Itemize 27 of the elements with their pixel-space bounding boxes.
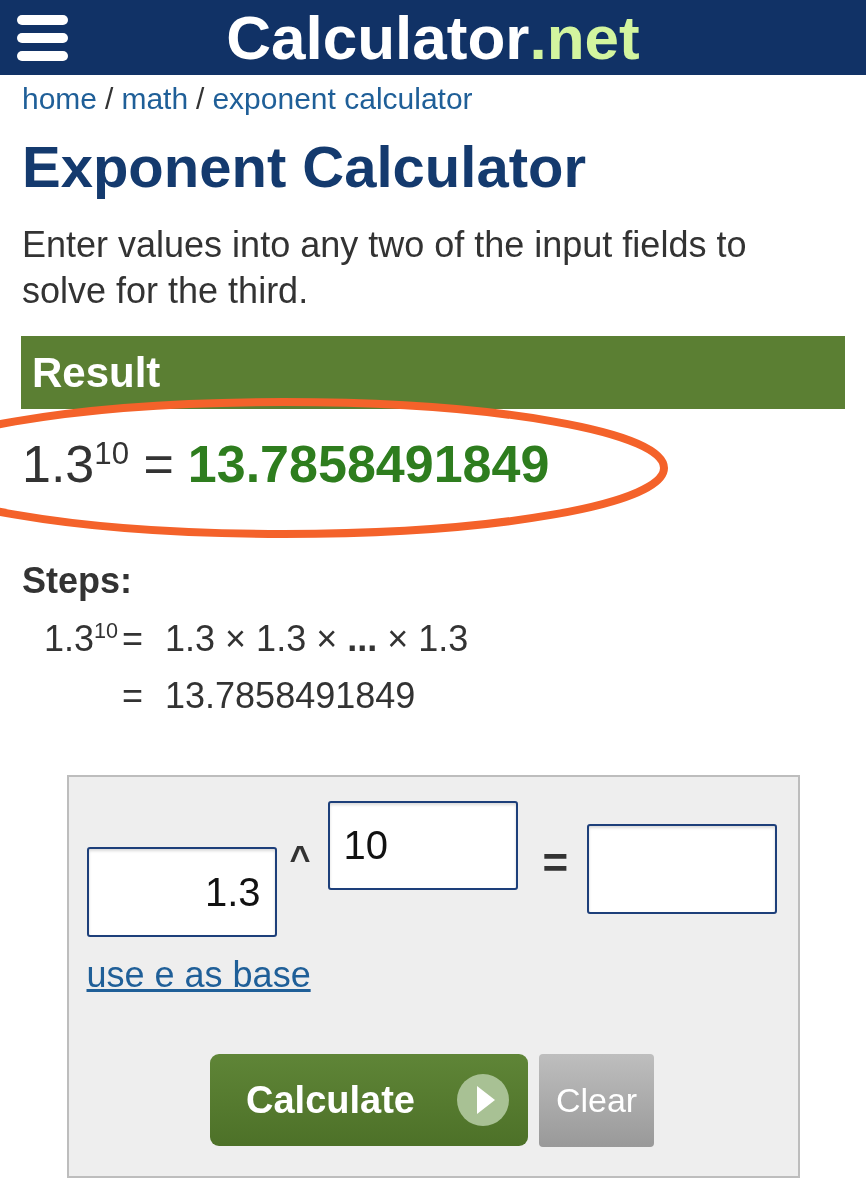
result-value: 13.7858491849 xyxy=(187,434,550,495)
step-equals: = xyxy=(122,617,144,661)
base-input[interactable]: 1.3 xyxy=(86,847,277,937)
step-result: 1.3 × 1.3 × ... × 1.3 xyxy=(165,617,469,661)
page-title: Exponent Calculator xyxy=(22,133,587,201)
description-text: Enter values into any two of the input fields to solve for the third. xyxy=(22,223,748,313)
breadcrumb-link[interactable]: home xyxy=(22,81,98,117)
breadcrumb-separator: / xyxy=(105,81,114,117)
result-heading: Result xyxy=(21,336,845,409)
power-sign: ^ xyxy=(289,841,311,877)
calculate-button[interactable]: Calculate xyxy=(210,1054,528,1146)
exponent-input[interactable]: 10 xyxy=(327,801,518,890)
equals-sign: = xyxy=(542,841,569,885)
step-expression: 1.3$^{10}$ xyxy=(43,617,118,661)
logo-name[interactable]: Calculator xyxy=(226,0,530,75)
breadcrumb-separator: / xyxy=(196,81,205,117)
steps-heading: Steps: xyxy=(22,559,134,603)
step-equals: = xyxy=(122,674,144,718)
result-input[interactable] xyxy=(587,824,778,914)
menu-icon[interactable] xyxy=(17,14,68,61)
step-result: 13.7858491849 xyxy=(165,674,417,718)
logo-suffix[interactable]: .net xyxy=(529,0,640,75)
play-icon xyxy=(457,1074,509,1126)
breadcrumb-link[interactable]: math xyxy=(121,81,189,117)
use-e-link[interactable]: use e as base xyxy=(86,955,311,995)
breadcrumb-link[interactable]: exponent calculator xyxy=(212,81,473,117)
result-expression: 1.3$^{10}$ = xyxy=(22,434,174,495)
